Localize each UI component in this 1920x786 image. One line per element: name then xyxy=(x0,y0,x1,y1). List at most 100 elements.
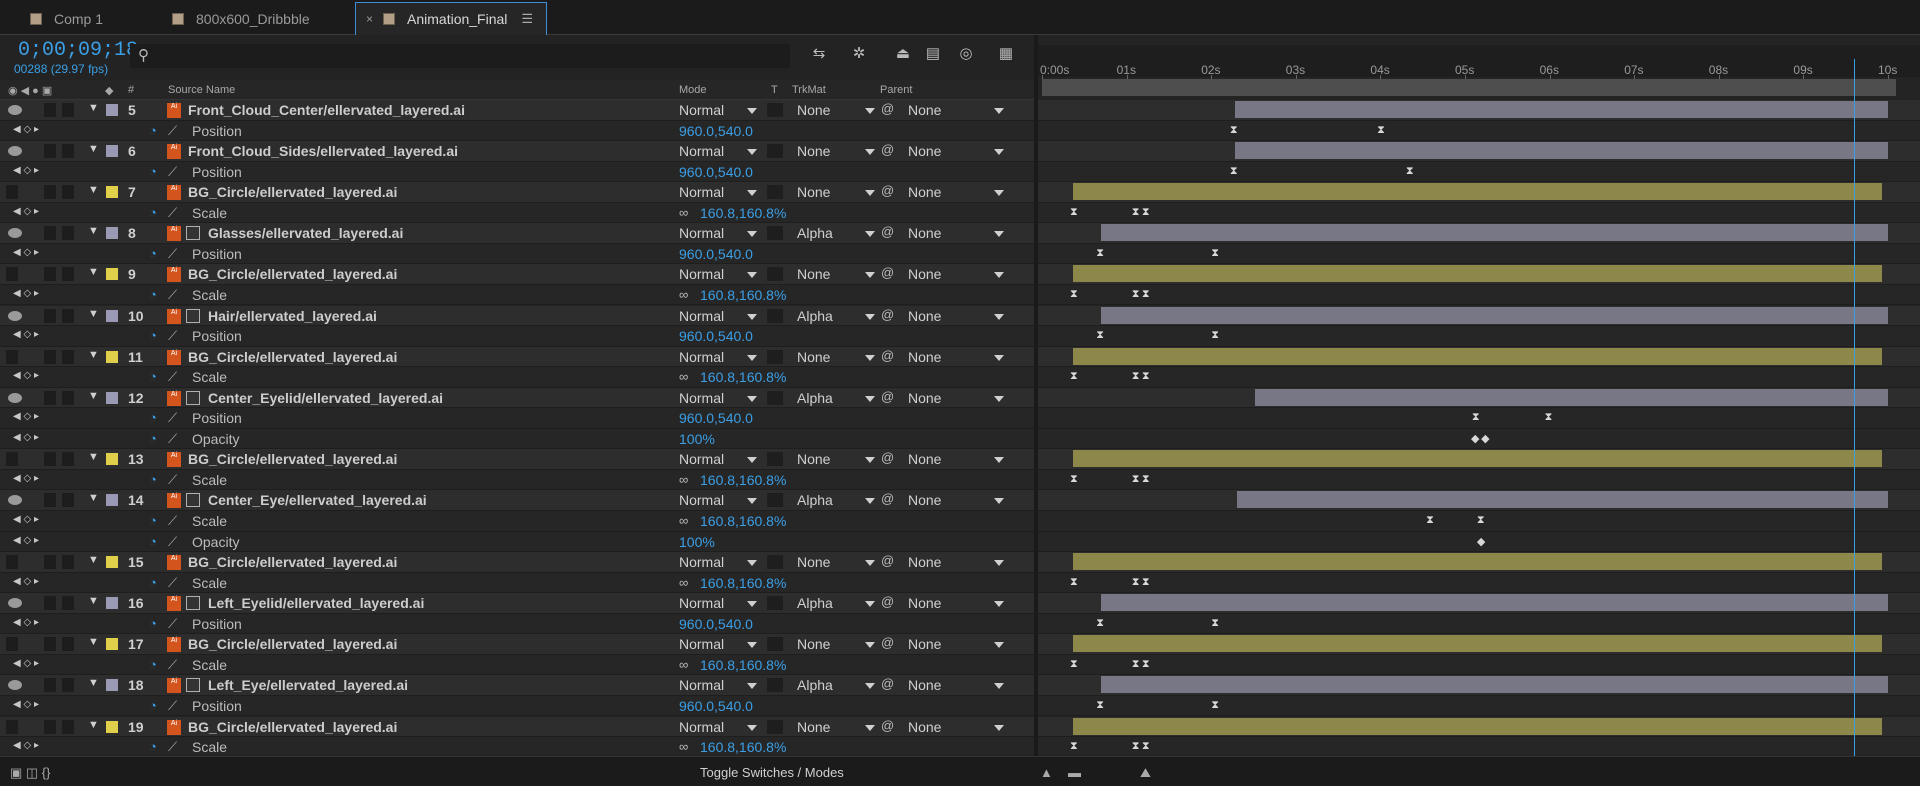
property-row[interactable]: ◀ ◇ ▸ ◔ ⟋ Scale ∞ 160.8,160.8% xyxy=(0,367,1034,388)
pick-whip-icon[interactable]: @ xyxy=(881,348,894,363)
stopwatch-icon[interactable]: ◔ xyxy=(149,164,157,179)
solo-toggle[interactable] xyxy=(44,637,56,652)
label-color[interactable] xyxy=(106,494,118,507)
parent-dropdown[interactable]: None xyxy=(908,102,1004,118)
search-input[interactable]: ⚲ xyxy=(130,44,790,68)
keyframe-marker[interactable]: ◆ xyxy=(1471,432,1479,445)
keyframe-marker[interactable]: ⧗ xyxy=(1142,658,1150,671)
keyframe-marker[interactable]: ⧗ xyxy=(1096,617,1104,630)
layer-name[interactable]: BG_Circle/ellervated_layered.ai xyxy=(188,451,397,467)
label-color[interactable] xyxy=(106,268,118,281)
mode-dropdown[interactable]: Normal xyxy=(679,143,757,159)
property-value[interactable]: 160.8,160.8% xyxy=(700,205,786,221)
keyframe-marker[interactable]: ⧗ xyxy=(1132,658,1140,671)
layer-name[interactable]: Hair/ellervated_layered.ai xyxy=(208,308,377,324)
expand-triangle-icon[interactable]: ▼ xyxy=(88,554,99,566)
property-value[interactable]: 960.0,540.0 xyxy=(679,410,753,426)
mode-dropdown[interactable]: Normal xyxy=(679,225,757,241)
parent-dropdown[interactable]: None xyxy=(908,492,1004,508)
parent-dropdown[interactable]: None xyxy=(908,719,1004,735)
keyframe-marker[interactable]: ⧗ xyxy=(1211,617,1219,630)
pick-whip-icon[interactable]: @ xyxy=(881,553,894,568)
layer-duration-bar[interactable] xyxy=(1255,388,1888,406)
property-row[interactable]: ◀ ◇ ▸ ◔ ⟋ Scale ∞ 160.8,160.8% xyxy=(0,469,1034,491)
property-row[interactable]: ◀ ◇ ▸ ◔ ⟋ Scale ∞ 160.8,160.8% xyxy=(0,284,1034,306)
property-value[interactable]: 160.8,160.8% xyxy=(700,287,786,303)
t-header[interactable]: T xyxy=(771,84,778,96)
parent-dropdown[interactable]: None xyxy=(908,677,1004,693)
constrain-proportions-icon[interactable]: ∞ xyxy=(679,513,688,528)
property-row[interactable]: ◀ ◇ ▸ ◔ ⟋ Position 960.0,540.0 xyxy=(0,120,1034,142)
time-ruler[interactable]: 0:00s 01s 02s 03s 04s 05s 06s 07s 08s 09s 10s xyxy=(1038,45,1920,83)
pick-whip-icon[interactable]: @ xyxy=(881,265,894,280)
solo-toggle[interactable] xyxy=(44,719,56,734)
keyframe-marker[interactable]: ⧗ xyxy=(1211,699,1219,712)
expand-triangle-icon[interactable]: ▼ xyxy=(88,143,99,155)
trkmat-dropdown[interactable]: Alpha xyxy=(797,225,875,241)
property-value[interactable]: 960.0,540.0 xyxy=(679,698,753,714)
lock-toggle[interactable] xyxy=(62,103,74,117)
collapse-switch-icon[interactable] xyxy=(186,596,200,611)
preserve-transparency-toggle[interactable] xyxy=(767,719,783,734)
mode-dropdown[interactable]: Normal xyxy=(679,719,757,735)
collapse-switch-icon[interactable] xyxy=(186,390,200,405)
constrain-proportions-icon[interactable]: ∞ xyxy=(679,369,688,384)
layer-row[interactable]: ▼ 10 Ai Hair/ellervated_layered.ai Normal Alp… xyxy=(0,305,1034,326)
expand-triangle-icon[interactable]: ▼ xyxy=(88,308,99,320)
mode-dropdown[interactable]: Normal xyxy=(679,266,757,282)
layer-name[interactable]: Left_Eye/ellervated_layered.ai xyxy=(208,677,408,693)
trkmat-dropdown[interactable]: None xyxy=(797,554,875,570)
layer-duration-bar[interactable] xyxy=(1234,142,1888,160)
layer-name[interactable]: BG_Circle/ellervated_layered.ai xyxy=(188,184,397,200)
tab-800x600-dribbble[interactable]: 800x600_Dribbble xyxy=(172,2,352,35)
graph-icon[interactable]: ⟋ xyxy=(168,410,177,426)
pick-whip-icon[interactable]: @ xyxy=(881,142,894,157)
graph-icon[interactable]: ⟋ xyxy=(168,513,177,529)
keyframe-marker[interactable]: ⧗ xyxy=(1132,740,1140,753)
stopwatch-icon[interactable]: ◔ xyxy=(149,616,157,631)
property-value[interactable]: 160.8,160.8% xyxy=(700,513,786,529)
video-toggle[interactable] xyxy=(6,637,18,652)
mode-dropdown[interactable]: Normal xyxy=(679,184,757,200)
keyframe-marker[interactable]: ⧗ xyxy=(1142,206,1150,219)
zoom-slider[interactable]: ▬ xyxy=(1068,765,1081,780)
stopwatch-icon[interactable]: ◔ xyxy=(149,513,157,528)
stopwatch-icon[interactable]: ◔ xyxy=(149,431,157,446)
layer-duration-bar[interactable] xyxy=(1101,594,1888,612)
keyframe-marker[interactable]: ⧗ xyxy=(1142,288,1150,301)
video-toggle[interactable] xyxy=(6,267,18,282)
constrain-proportions-icon[interactable]: ∞ xyxy=(679,205,688,220)
layer-row[interactable]: ▼ 14 Ai Center_Eye/ellervated_layered.ai Nor… xyxy=(0,490,1034,511)
parent-dropdown[interactable]: None xyxy=(908,143,1004,159)
lock-toggle[interactable] xyxy=(62,390,74,405)
solo-toggle[interactable] xyxy=(44,267,56,282)
solo-toggle[interactable] xyxy=(44,493,56,508)
expand-triangle-icon[interactable]: ▼ xyxy=(88,636,99,648)
layer-name[interactable]: Front_Cloud_Center/ellervated_layered.ai xyxy=(188,102,465,118)
eye-column-icon[interactable]: ◉ ◀ ● ▣ xyxy=(8,84,52,97)
graph-icon[interactable]: ⟋ xyxy=(168,575,177,591)
solo-toggle[interactable] xyxy=(44,103,56,117)
graph-icon[interactable]: ⟋ xyxy=(168,328,177,344)
layer-duration-bar[interactable] xyxy=(1073,717,1883,735)
property-value[interactable]: 960.0,540.0 xyxy=(679,616,753,632)
layer-name[interactable]: Glasses/ellervated_layered.ai xyxy=(208,225,403,241)
number-column-header[interactable]: # xyxy=(128,84,134,96)
preserve-transparency-toggle[interactable] xyxy=(767,390,783,405)
collapse-switch-icon[interactable] xyxy=(186,678,200,693)
property-row[interactable]: ◀ ◇ ▸ ◔ ⟋ Opacity 100% xyxy=(0,428,1034,450)
keyframe-navigator-icon[interactable]: ◀ ◇ ▸ xyxy=(13,740,39,751)
stopwatch-icon[interactable]: ◔ xyxy=(149,369,157,384)
expand-triangle-icon[interactable]: ▼ xyxy=(88,719,99,731)
graph-icon[interactable]: ⟋ xyxy=(168,287,177,303)
constrain-proportions-icon[interactable]: ∞ xyxy=(679,657,688,672)
eye-icon[interactable] xyxy=(8,680,22,691)
property-value[interactable]: 160.8,160.8% xyxy=(700,657,786,673)
pick-whip-icon[interactable]: @ xyxy=(881,224,894,239)
lock-toggle[interactable] xyxy=(62,349,74,364)
pick-whip-icon[interactable]: @ xyxy=(881,491,894,506)
stopwatch-icon[interactable]: ◔ xyxy=(149,328,157,343)
lock-toggle[interactable] xyxy=(62,267,74,282)
preserve-transparency-toggle[interactable] xyxy=(767,308,783,323)
layer-name[interactable]: BG_Circle/ellervated_layered.ai xyxy=(188,349,397,365)
